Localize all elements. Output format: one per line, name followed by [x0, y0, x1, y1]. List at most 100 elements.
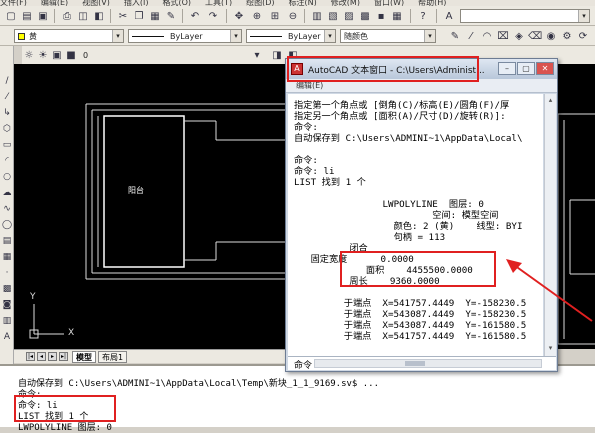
- mtext-icon[interactable]: A: [2, 332, 12, 342]
- next-tab-icon[interactable]: ▸: [48, 352, 57, 361]
- properties-toolbar: 黄 ▾ ByLayer ▾ ByLayer ▾ 随颜色 ▾ ✎ ⁄ ◠ ⌧ ◈ …: [0, 26, 595, 46]
- match-properties-icon[interactable]: ✎: [164, 9, 178, 23]
- highlight-box-title: [287, 56, 479, 82]
- layer-combo[interactable]: 黄 ▾: [14, 29, 124, 43]
- vertex-line: 于端点 X=541757.4449 Y=-161580.5: [294, 331, 527, 342]
- scroll-thumb[interactable]: [405, 361, 425, 366]
- prev-tab-icon[interactable]: ◂: [37, 352, 46, 361]
- spline-icon[interactable]: ∿: [2, 204, 12, 214]
- last-tab-icon[interactable]: ▸|: [59, 352, 68, 361]
- design-center-icon[interactable]: ▧: [326, 9, 340, 23]
- point-icon[interactable]: ·: [2, 268, 12, 278]
- lineweight-combo[interactable]: ByLayer ▾: [246, 29, 336, 43]
- text-style-combo[interactable]: ▾: [460, 9, 590, 23]
- tab-model[interactable]: 模型: [72, 351, 96, 363]
- hatch-icon[interactable]: ▩: [2, 284, 12, 294]
- open-file-icon[interactable]: ▤: [20, 9, 34, 23]
- sun-icon[interactable]: ☀: [36, 48, 50, 62]
- horizontal-scrollbar[interactable]: [314, 359, 542, 368]
- zoom-previous-icon[interactable]: ⊖: [286, 9, 300, 23]
- text-line: 指定另一个角点或 [面积(A)/尺寸(D)/旋转(R)]:: [294, 111, 506, 122]
- circle-icon[interactable]: ○: [2, 172, 12, 182]
- construction-line-icon[interactable]: ⁄: [2, 92, 12, 102]
- zoom-window-icon[interactable]: ⊞: [268, 9, 282, 23]
- linetype-combo[interactable]: ByLayer ▾: [128, 29, 242, 43]
- ucs-y-label: Y: [30, 292, 36, 302]
- undo-icon[interactable]: ↶: [188, 9, 202, 23]
- cut-icon[interactable]: ✂: [116, 9, 130, 23]
- ellipse-icon[interactable]: ◯: [2, 220, 12, 230]
- scroll-up-icon[interactable]: ▴: [546, 96, 555, 105]
- layer-tool-icon[interactable]: ◉: [544, 29, 558, 43]
- drawing-geometry: [29, 103, 290, 339]
- paste-icon[interactable]: ▦: [148, 9, 162, 23]
- refresh-icon[interactable]: ⟳: [576, 29, 590, 43]
- color-square-icon[interactable]: ■: [64, 48, 78, 62]
- redo-icon[interactable]: ↷: [206, 9, 220, 23]
- plotstyle-combo[interactable]: 随颜色 ▾: [340, 29, 436, 43]
- layout-tabs-bar: |◂ ◂ ▸ ▸| 模型 布局1: [14, 349, 290, 363]
- gear-icon[interactable]: ⚙: [560, 29, 574, 43]
- pencil-icon[interactable]: ✎: [448, 29, 462, 43]
- text-line: LIST 找到 1 个: [294, 177, 366, 188]
- layer-color-swatch: [18, 32, 25, 40]
- maximize-button[interactable]: ▢: [517, 62, 535, 75]
- block-icon[interactable]: ◈: [512, 29, 526, 43]
- ucs-x-label: X: [68, 328, 75, 338]
- insert-block-icon[interactable]: ▤: [2, 236, 12, 246]
- layer-manager-icon[interactable]: ◨: [270, 48, 284, 62]
- drawing-canvas[interactable]: 阳台 Y X: [14, 64, 290, 349]
- polygon-icon[interactable]: ⬡: [2, 124, 12, 134]
- preview-icon[interactable]: ◫: [76, 9, 90, 23]
- first-tab-icon[interactable]: |◂: [26, 352, 35, 361]
- highlight-box-command: [14, 395, 116, 422]
- highlight-box-area: [340, 251, 496, 287]
- properties-icon[interactable]: ▥: [310, 9, 324, 23]
- erase-icon[interactable]: ⌫: [528, 29, 542, 43]
- save-icon[interactable]: ▣: [36, 9, 50, 23]
- new-file-icon[interactable]: ▢: [4, 9, 18, 23]
- help-icon[interactable]: ?: [416, 9, 430, 23]
- pan-icon[interactable]: ✥: [232, 9, 246, 23]
- layer-state-combo[interactable]: 0: [80, 48, 250, 62]
- room-label: 阳台: [128, 186, 144, 195]
- markup-icon[interactable]: ▪: [374, 9, 388, 23]
- zoom-realtime-icon[interactable]: ⊕: [250, 9, 264, 23]
- arc-icon[interactable]: ◠: [480, 29, 494, 43]
- dimension-icon[interactable]: ⌧: [496, 29, 510, 43]
- text-style-icon[interactable]: A: [442, 9, 456, 23]
- plotstyle-value: 随颜色: [344, 31, 368, 41]
- linestyle-icon[interactable]: ⁄: [464, 29, 478, 43]
- region-icon[interactable]: ◙: [2, 300, 12, 310]
- tool-palettes-icon[interactable]: ▨: [342, 9, 356, 23]
- line-icon[interactable]: /: [2, 76, 12, 86]
- lock-icon[interactable]: ▣: [50, 48, 64, 62]
- minimize-button[interactable]: –: [498, 62, 516, 75]
- standard-toolbar: ▢ ▤ ▣ ⎙ ◫ ◧ ✂ ❐ ▦ ✎ ↶ ↷ ✥ ⊕ ⊞ ⊖ ▥ ▧ ▨ ▩ …: [0, 6, 595, 26]
- polyline-icon[interactable]: ↳: [2, 108, 12, 118]
- lineweight-value: ByLayer: [288, 31, 321, 41]
- draw-toolbar: / ⁄ ↳ ⬡ ▭ ◜ ○ ☁ ∿ ◯ ▤ ▦ · ▩ ◙ ▥ A: [0, 46, 14, 364]
- lightbulb-icon[interactable]: ☼: [22, 48, 36, 62]
- tab-layout1[interactable]: 布局1: [98, 351, 128, 363]
- calculator-icon[interactable]: ▦: [390, 9, 404, 23]
- layer-state-value: 0: [83, 50, 89, 60]
- arc-draw-icon[interactable]: ◜: [2, 156, 12, 166]
- revcloud-icon[interactable]: ☁: [2, 188, 12, 198]
- table-icon[interactable]: ▥: [2, 316, 12, 326]
- rectangle-icon[interactable]: ▭: [2, 140, 12, 150]
- make-block-icon[interactable]: ▦: [2, 252, 12, 262]
- publish-icon[interactable]: ◧: [92, 9, 106, 23]
- scroll-down-icon[interactable]: ▾: [546, 344, 555, 353]
- layer-previous-icon[interactable]: ▾: [250, 48, 264, 62]
- close-button[interactable]: ✕: [536, 62, 554, 75]
- sheet-set-icon[interactable]: ▩: [358, 9, 372, 23]
- layer-combo-value: 黄: [29, 31, 37, 41]
- command-history: 自动保存到 C:\Users\ADMINI~1\AppData\Local\Te…: [0, 364, 595, 433]
- red-arrow-icon: [506, 259, 593, 322]
- command-line: 自动保存到 C:\Users\ADMINI~1\AppData\Local\Te…: [18, 379, 380, 389]
- linetype-value: ByLayer: [170, 31, 203, 41]
- copy-icon[interactable]: ❐: [132, 9, 146, 23]
- text-line: 自动保存到 C:\Users\ADMINI~1\AppData\Local\: [294, 133, 523, 144]
- print-icon[interactable]: ⎙: [60, 9, 74, 23]
